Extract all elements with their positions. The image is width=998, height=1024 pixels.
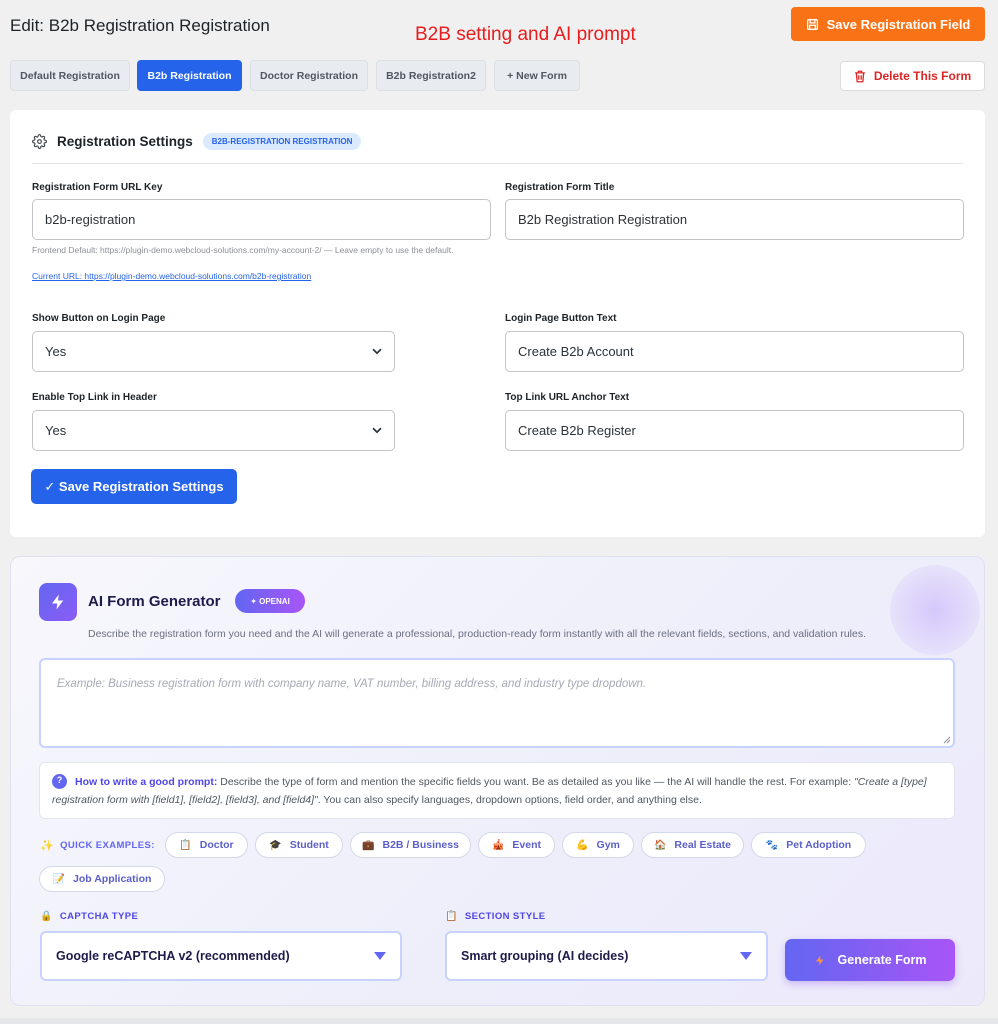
form-title-input[interactable]: B2b Registration Registration bbox=[505, 199, 964, 240]
section-style-value: Smart grouping (AI decides) bbox=[461, 949, 629, 963]
settings-divider bbox=[32, 163, 963, 164]
tab-b2b-registration2[interactable]: B2b Registration2 bbox=[376, 60, 486, 91]
chip-label: B2B / Business bbox=[382, 839, 459, 851]
briefcase-icon: 💼 bbox=[362, 839, 375, 851]
tab-doctor-registration[interactable]: Doctor Registration bbox=[250, 60, 368, 91]
delete-form-button[interactable]: Delete This Form bbox=[840, 61, 985, 91]
lightning-icon bbox=[815, 955, 824, 965]
chevron-down-icon bbox=[372, 348, 382, 355]
graduation-cap-icon: 🎓 bbox=[269, 839, 282, 851]
chip-label: Job Application bbox=[73, 873, 152, 885]
chip-label: Pet Adoption bbox=[786, 839, 852, 851]
chip-label: Real Estate bbox=[674, 839, 732, 851]
top-link-value: Yes bbox=[45, 423, 67, 438]
generate-form-button[interactable]: Generate Form bbox=[785, 939, 955, 981]
page-title: Edit: B2b Registration Registration bbox=[10, 16, 270, 35]
ai-generator-title: AI Form Generator bbox=[88, 593, 221, 610]
anchor-text-label: Top Link URL Anchor Text bbox=[505, 392, 630, 403]
registration-settings-header: Registration Settings B2B-REGISTRATION R… bbox=[32, 133, 362, 150]
login-button-text-input[interactable]: Create B2b Account bbox=[505, 331, 964, 372]
current-url-link[interactable]: Current URL: https://plugin-demo.webclou… bbox=[32, 271, 311, 281]
lock-icon: 🔒 bbox=[40, 911, 53, 922]
ai-prompt-textarea[interactable]: Example: Business registration form with… bbox=[39, 658, 955, 748]
dropdown-arrow-icon bbox=[374, 952, 386, 960]
quick-example-job-application[interactable]: 📝 Job Application bbox=[39, 866, 165, 892]
tip-body: Describe the type of form and mention th… bbox=[217, 776, 855, 788]
section-style-select[interactable]: Smart grouping (AI decides) bbox=[445, 931, 768, 981]
form-title-label: Registration Form Title bbox=[505, 182, 615, 193]
chip-label: Student bbox=[289, 839, 329, 851]
annotation-note: B2B setting and AI prompt bbox=[415, 24, 636, 45]
quick-examples-label: ✨ QUICK EXAMPLES: bbox=[40, 839, 155, 852]
top-link-select[interactable]: Yes bbox=[32, 410, 395, 451]
url-key-input[interactable]: b2b-registration bbox=[32, 199, 491, 240]
gear-icon bbox=[32, 134, 47, 149]
openai-badge: ✦ OPENAI bbox=[235, 589, 305, 613]
tab-new-form[interactable]: + New Form bbox=[494, 60, 580, 91]
quick-example-doctor[interactable]: 📋 Doctor bbox=[165, 832, 248, 858]
tab-b2b-registration[interactable]: B2b Registration bbox=[137, 60, 242, 91]
trash-icon bbox=[854, 70, 865, 82]
chip-label: Gym bbox=[596, 839, 620, 851]
memo-icon: 📝 bbox=[52, 873, 66, 885]
captcha-type-value: Google reCAPTCHA v2 (recommended) bbox=[56, 949, 290, 963]
show-button-value: Yes bbox=[45, 344, 67, 359]
tab-default-registration[interactable]: Default Registration bbox=[10, 60, 130, 91]
section-style-label: 📋 SECTION STYLE bbox=[445, 911, 546, 922]
clipboard-icon: 📋 bbox=[445, 911, 458, 922]
anchor-text-input[interactable]: Create B2b Register bbox=[505, 410, 964, 451]
generate-form-label: Generate Form bbox=[837, 953, 927, 967]
ai-generator-description: Describe the registration form you need … bbox=[88, 628, 866, 640]
url-key-label: Registration Form URL Key bbox=[32, 182, 163, 193]
section-style-text: SECTION STYLE bbox=[464, 911, 546, 922]
clipboard-icon: 📋 bbox=[179, 839, 192, 851]
quick-example-real-estate[interactable]: 🏠 Real Estate bbox=[641, 832, 744, 858]
form-slug-badge: B2B-REGISTRATION REGISTRATION bbox=[202, 133, 362, 150]
tip-tail: . You can also specify languages, dropdo… bbox=[317, 793, 702, 806]
flexed-biceps-icon: 💪 bbox=[576, 839, 589, 851]
dropdown-arrow-icon bbox=[740, 952, 752, 960]
resize-handle-icon[interactable] bbox=[943, 736, 951, 744]
login-button-text-label: Login Page Button Text bbox=[505, 313, 617, 324]
house-icon: 🏠 bbox=[653, 839, 667, 851]
paw-prints-icon: 🐾 bbox=[765, 839, 779, 851]
tip-heading: How to write a good prompt: bbox=[75, 776, 218, 788]
chip-label: Doctor bbox=[199, 839, 234, 851]
chip-label: Event bbox=[512, 839, 542, 851]
quick-examples-text: QUICK EXAMPLES: bbox=[60, 840, 155, 851]
show-button-select[interactable]: Yes bbox=[32, 331, 395, 372]
chevron-down-icon bbox=[372, 427, 382, 434]
registration-settings-title: Registration Settings bbox=[57, 134, 193, 149]
save-registration-settings-button[interactable]: ✓ Save Registration Settings bbox=[31, 469, 237, 504]
top-link-label: Enable Top Link in Header bbox=[32, 392, 157, 403]
save-registration-field-label: Save Registration Field bbox=[826, 16, 971, 32]
show-button-label: Show Button on Login Page bbox=[32, 313, 166, 324]
quick-example-pet-adoption[interactable]: 🐾 Pet Adoption bbox=[751, 832, 866, 858]
url-key-help-text: Frontend Default: https://plugin-demo.we… bbox=[32, 245, 454, 255]
quick-example-b2b-business[interactable]: 💼 B2B / Business bbox=[350, 832, 471, 858]
bottom-edge bbox=[0, 1018, 998, 1024]
captcha-type-text: CAPTCHA TYPE bbox=[59, 911, 139, 922]
quick-example-event[interactable]: 🎪 Event bbox=[478, 832, 555, 858]
delete-form-label: Delete This Form bbox=[873, 69, 972, 83]
question-icon: ? bbox=[52, 773, 67, 789]
circus-tent-icon: 🎪 bbox=[491, 839, 505, 851]
prompt-placeholder: Example: Business registration form with… bbox=[57, 678, 647, 690]
lightning-icon bbox=[39, 583, 77, 621]
save-registration-field-button[interactable]: Save Registration Field bbox=[791, 7, 985, 41]
save-icon bbox=[806, 18, 818, 30]
captcha-type-select[interactable]: Google reCAPTCHA v2 (recommended) bbox=[40, 931, 402, 981]
decorative-glow bbox=[890, 565, 980, 655]
quick-example-student[interactable]: 🎓 Student bbox=[255, 832, 343, 858]
captcha-type-label: 🔒 CAPTCHA TYPE bbox=[40, 911, 138, 922]
sparkle-icon: ✨ bbox=[40, 840, 55, 852]
prompt-tip: ? How to write a good prompt: Describe th… bbox=[52, 773, 942, 809]
quick-example-gym[interactable]: 💪 Gym bbox=[562, 832, 634, 858]
